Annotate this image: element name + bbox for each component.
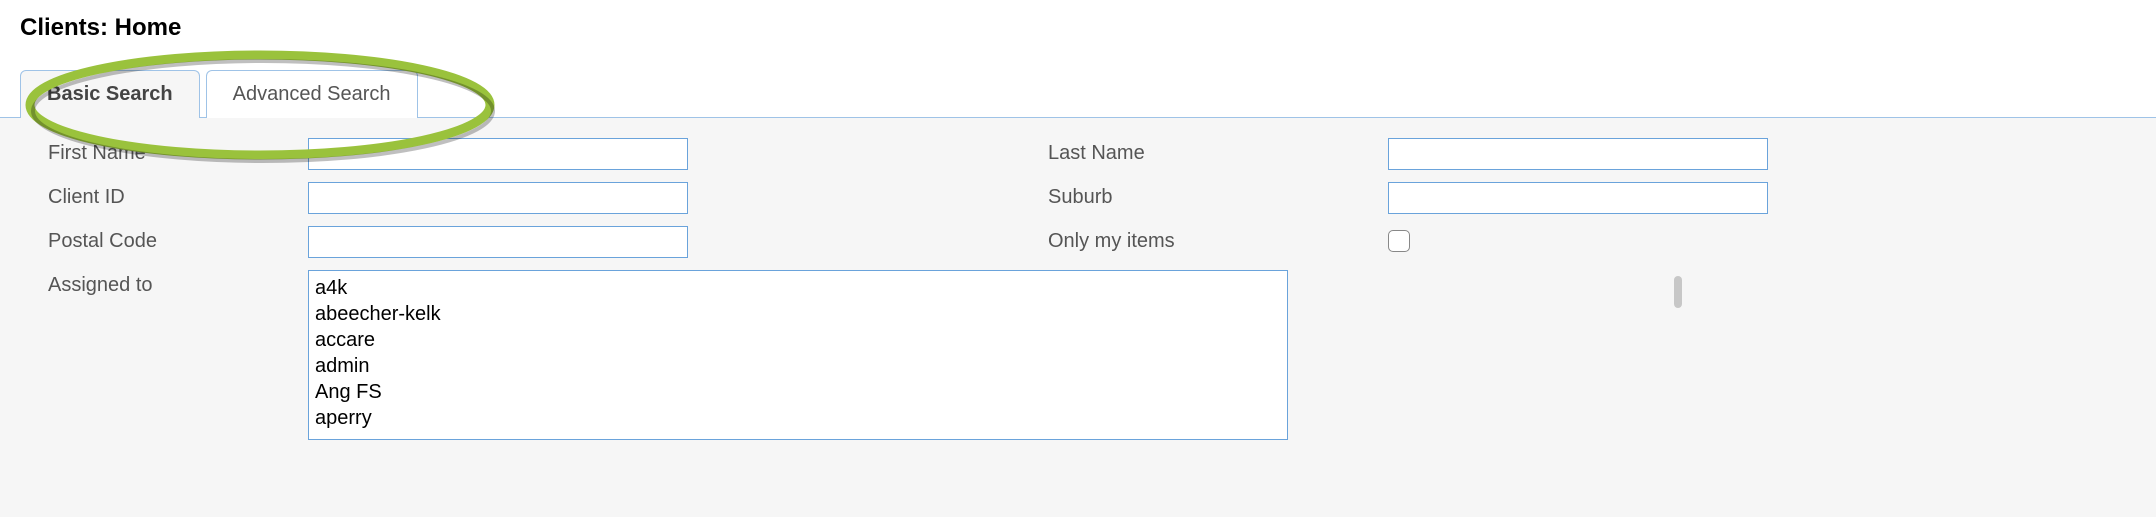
list-item[interactable]: aperry — [315, 405, 1281, 431]
client-id-input[interactable] — [308, 182, 688, 214]
label-last-name: Last Name — [1048, 138, 1378, 165]
list-item[interactable]: accare — [315, 327, 1281, 353]
list-item[interactable]: Ang FS — [315, 379, 1281, 405]
only-my-items-checkbox[interactable] — [1388, 230, 1410, 252]
list-item[interactable]: a4k — [315, 275, 1281, 301]
last-name-input[interactable] — [1388, 138, 1768, 170]
suburb-input[interactable] — [1388, 182, 1768, 214]
first-name-input[interactable] — [308, 138, 688, 170]
list-item[interactable]: abeecher-kelk — [315, 301, 1281, 327]
tab-basic-search[interactable]: Basic Search — [20, 70, 200, 118]
postal-code-input[interactable] — [308, 226, 688, 258]
search-tabs: Basic Search Advanced Search — [20, 70, 2156, 118]
search-panel: First Name Last Name Client ID Suburb Po… — [0, 117, 2156, 517]
label-postal-code: Postal Code — [48, 226, 298, 253]
page-title: Clients: Home — [0, 0, 2156, 42]
assigned-to-select[interactable]: a4k abeecher-kelk accare admin Ang FS ap… — [308, 270, 1288, 440]
label-client-id: Client ID — [48, 182, 298, 209]
tab-advanced-search[interactable]: Advanced Search — [206, 70, 418, 118]
label-suburb: Suburb — [1048, 182, 1378, 209]
search-form: First Name Last Name Client ID Suburb Po… — [0, 138, 2156, 440]
scrollbar-thumb[interactable] — [1674, 276, 1682, 308]
label-only-my-items: Only my items — [1048, 226, 1378, 253]
list-item[interactable]: admin — [315, 353, 1281, 379]
label-assigned-to: Assigned to — [48, 270, 298, 297]
label-first-name: First Name — [48, 138, 298, 165]
